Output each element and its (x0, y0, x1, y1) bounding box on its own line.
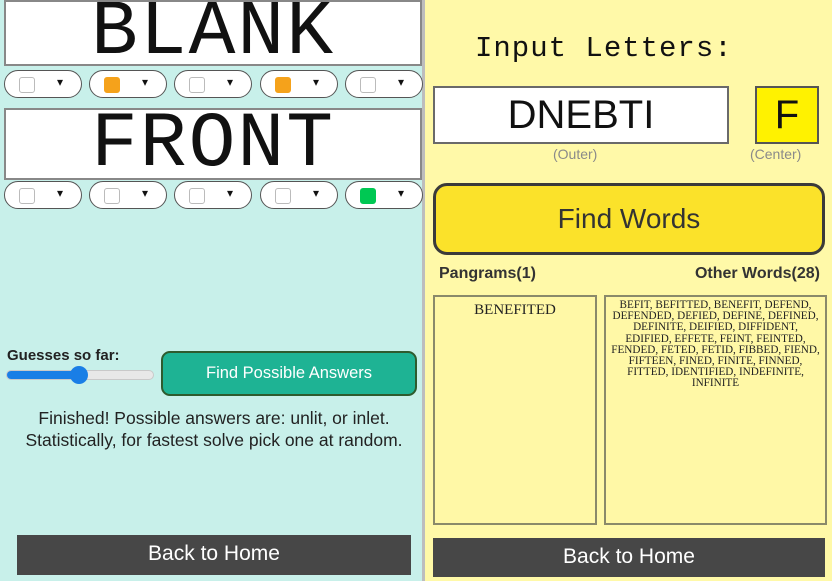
chevron-down-icon: ▾ (142, 75, 149, 89)
back-to-home-button[interactable]: Back to Home (17, 535, 411, 575)
other-words-heading: Other Words(28) (694, 265, 820, 282)
chevron-down-icon: ▾ (142, 186, 149, 200)
color-picker-5[interactable]: ▾ (345, 70, 423, 98)
color-swatch (19, 77, 35, 93)
guess-word-1: BLANK (4, 0, 422, 66)
center-caption: (Center) (750, 146, 802, 162)
guesses-slider[interactable] (6, 366, 154, 384)
color-swatch (360, 77, 376, 93)
other-words-list: BEFIT, BEFITTED, BENEFIT, DEFEND, DEFEND… (604, 295, 827, 525)
find-words-button[interactable]: Find Words (433, 183, 825, 255)
chevron-down-icon: ▾ (398, 75, 405, 89)
color-picker-5[interactable]: ▾ (345, 181, 423, 209)
color-swatch (360, 188, 376, 204)
pangrams-heading: Pangrams(1) (439, 265, 536, 282)
back-to-home-button[interactable]: Back to Home (433, 538, 825, 577)
center-letter-input[interactable]: F (755, 86, 819, 144)
color-swatch (189, 77, 205, 93)
find-possible-answers-button[interactable]: Find Possible Answers (161, 351, 417, 396)
guess-word-2: FRONT (4, 108, 422, 180)
result-message: Finished! Possible answers are: unlit, o… (25, 408, 403, 450)
chevron-down-icon: ▾ (227, 75, 234, 89)
chevron-down-icon: ▾ (227, 186, 234, 200)
color-picker-3[interactable]: ▾ (174, 181, 252, 209)
color-picker-row-2: ▾ ▾ ▾ ▾ ▾ (4, 180, 423, 210)
pangrams-list: BENEFITED (433, 295, 597, 525)
color-picker-2[interactable]: ▾ (89, 70, 167, 98)
left-panel: BLANK ▾ ▾ ▾ ▾ ▾ FRONT ▾ ▾ ▾ ▾ ▾ Guesses so far: … (0, 0, 425, 581)
chevron-down-icon: ▾ (398, 186, 405, 200)
slider-thumb[interactable] (69, 366, 88, 384)
chevron-down-icon: ▾ (57, 75, 64, 89)
input-letters-title: Input Letters: (475, 32, 733, 65)
color-swatch (275, 77, 291, 93)
color-picker-4[interactable]: ▾ (260, 181, 338, 209)
color-picker-1[interactable]: ▾ (4, 70, 82, 98)
color-picker-2[interactable]: ▾ (89, 181, 167, 209)
right-panel: Input Letters: DNEBTI (Outer) F (Center)… (425, 0, 832, 581)
color-picker-3[interactable]: ▾ (174, 70, 252, 98)
slider-fill (7, 371, 79, 379)
color-swatch (19, 188, 35, 204)
outer-caption: (Outer) (553, 146, 598, 162)
chevron-down-icon: ▾ (313, 186, 320, 200)
chevron-down-icon: ▾ (313, 75, 320, 89)
color-swatch (104, 188, 120, 204)
color-swatch (275, 188, 291, 204)
chevron-down-icon: ▾ (57, 186, 64, 200)
guesses-label: Guesses so far: (7, 347, 120, 364)
color-picker-1[interactable]: ▾ (4, 181, 82, 209)
color-picker-4[interactable]: ▾ (260, 70, 338, 98)
outer-letters-input[interactable]: DNEBTI (433, 86, 729, 144)
color-swatch (189, 188, 205, 204)
color-swatch (104, 77, 120, 93)
color-picker-row-1: ▾ ▾ ▾ ▾ ▾ (4, 69, 423, 99)
